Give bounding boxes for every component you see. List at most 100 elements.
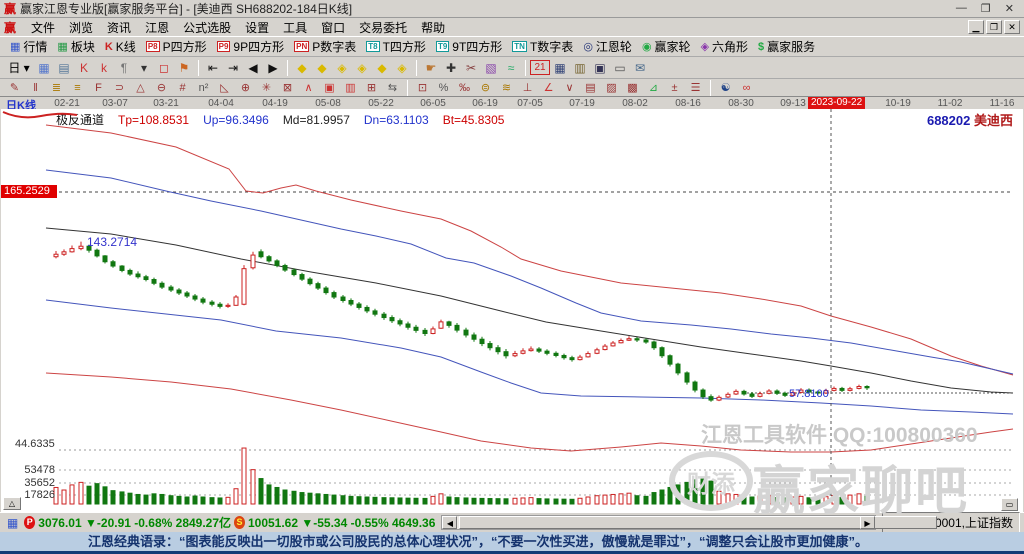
p-square-button[interactable]: P8 P四方形 <box>142 37 213 56</box>
mdi-minimize-button[interactable]: ▁ <box>968 20 984 34</box>
period-day-button[interactable]: 日 ▾ <box>4 59 34 77</box>
curve-tool-button[interactable]: ≈ <box>501 59 521 77</box>
diamond-2-button[interactable]: ◆ <box>312 59 332 77</box>
menu-item-江恩[interactable]: 江恩 <box>138 18 176 37</box>
kline-button[interactable]: K K线 <box>101 37 142 56</box>
triangle-tool[interactable]: △ <box>130 80 151 96</box>
printer-button[interactable]: ▭ <box>610 59 630 77</box>
kline-box-button[interactable]: ◻ <box>154 59 174 77</box>
shade-a-tool[interactable]: ▤ <box>580 80 601 96</box>
gann-grid-b[interactable]: ≡ <box>67 80 88 96</box>
gann-wheel-button[interactable]: ◎ 江恩轮 <box>579 37 638 56</box>
square-n-tool[interactable]: n² <box>193 80 214 96</box>
arc-tool[interactable]: ⊃ <box>109 80 130 96</box>
box-x-tool[interactable]: ⊠ <box>277 80 298 96</box>
9p-square-button[interactable]: P9 9P四方形 <box>213 37 290 56</box>
grid-tool[interactable]: # <box>172 80 193 96</box>
candle-small-2-button[interactable]: k <box>94 59 114 77</box>
vlines-tool[interactable]: ‖ <box>25 80 46 96</box>
flag-button[interactable]: ⚑ <box>174 59 194 77</box>
box-dot-tool[interactable]: ⊡ <box>412 80 433 96</box>
scroll-left-arrow[interactable]: ◀ <box>442 516 458 529</box>
ink-dropper-button[interactable]: ¶ <box>114 59 134 77</box>
valley-tool[interactable]: ∨ <box>559 80 580 96</box>
crosshair-tool-button[interactable]: ✚ <box>441 59 461 77</box>
shade-c-tool[interactable]: ▩ <box>622 80 643 96</box>
golden-ring-tool[interactable]: ⊜ <box>475 80 496 96</box>
next-button[interactable]: ▶ <box>263 59 283 77</box>
pencil-tool[interactable]: ✎ <box>4 80 25 96</box>
wave-lines-tool[interactable]: ≋ <box>496 80 517 96</box>
menu-item-浏览[interactable]: 浏览 <box>62 18 100 37</box>
band-tool[interactable]: ▥ <box>340 80 361 96</box>
diamond-1-button[interactable]: ◆ <box>292 59 312 77</box>
menu-item-资讯[interactable]: 资讯 <box>100 18 138 37</box>
menu-item-帮助[interactable]: 帮助 <box>414 18 452 37</box>
p-digit-table-button[interactable]: PN P数字表 <box>290 37 362 56</box>
grid-box-tool[interactable]: ⊞ <box>361 80 382 96</box>
lines-tool[interactable]: ☰ <box>685 80 706 96</box>
angle-tool[interactable]: ∠ <box>538 80 559 96</box>
percent-tool[interactable]: % <box>433 80 454 96</box>
minimize-button[interactable]: — <box>956 2 967 15</box>
palette-tool-button[interactable]: ▧ <box>481 59 501 77</box>
peak-tool[interactable]: ∧ <box>298 80 319 96</box>
circle-cross-tool[interactable]: ⊕ <box>235 80 256 96</box>
menu-item-文件[interactable]: 文件 <box>24 18 62 37</box>
9t-square-button[interactable]: T9 9T四方形 <box>432 37 508 56</box>
kline-chart-canvas[interactable]: 江恩工具软件 QQ:100800360 财添 赢家聊吧 极反通道 Tp=108.8… <box>1 109 1023 521</box>
sectors-button[interactable]: ▦ 板块 <box>53 37 100 56</box>
hexagon-button[interactable]: ◈ 六角形 <box>697 37 754 56</box>
t-digit-table-button[interactable]: TN T数字表 <box>508 37 579 56</box>
menu-item-公式选股[interactable]: 公式选股 <box>176 18 238 37</box>
save-button[interactable]: ▣ <box>590 59 610 77</box>
chart-corner-button[interactable]: ▭ <box>1001 498 1018 511</box>
infinity-icon[interactable]: ∞ <box>736 80 757 96</box>
maximize-button[interactable]: ❐ <box>981 2 991 15</box>
pillar-tool[interactable]: ⊥ <box>517 80 538 96</box>
prev-button[interactable]: ◀ <box>243 59 263 77</box>
cycle-tool[interactable]: ⊖ <box>151 80 172 96</box>
winner-service-button[interactable]: $ 赢家服务 <box>754 37 821 56</box>
first-page-button[interactable]: ⇤ <box>203 59 223 77</box>
diamond-5-button[interactable]: ◆ <box>372 59 392 77</box>
last-page-button[interactable]: ⇥ <box>223 59 243 77</box>
star-tool[interactable]: ✳ <box>256 80 277 96</box>
quote-table-icon[interactable]: ▦ <box>7 516 18 530</box>
menu-item-窗口[interactable]: 窗口 <box>314 18 352 37</box>
mdi-restore-button[interactable]: ❐ <box>986 20 1002 34</box>
notepad-button[interactable]: ▥ <box>570 59 590 77</box>
diamond-6-button[interactable]: ◈ <box>392 59 412 77</box>
plusminus-tool[interactable]: ± <box>664 80 685 96</box>
calendar-button[interactable]: 21 <box>530 60 550 75</box>
delta-tool[interactable]: ⊿ <box>643 80 664 96</box>
menu-item-工具[interactable]: 工具 <box>276 18 314 37</box>
style-caret-button[interactable]: ▾ <box>134 59 154 77</box>
t-square-button[interactable]: T8 T四方形 <box>362 37 432 56</box>
candle-small-button[interactable]: K <box>74 59 94 77</box>
mail-button[interactable]: ✉ <box>630 59 650 77</box>
menu-item-交易委托[interactable]: 交易委托 <box>352 18 414 37</box>
scissors-tool-button[interactable]: ✂ <box>461 59 481 77</box>
diamond-4-button[interactable]: ◈ <box>352 59 372 77</box>
flag-box-tool[interactable]: ▣ <box>319 80 340 96</box>
diamond-3-button[interactable]: ◈ <box>332 59 352 77</box>
permille-tool[interactable]: ‰ <box>454 80 475 96</box>
close-button[interactable]: ✕ <box>1005 2 1014 15</box>
expand-volume-button[interactable]: △ <box>3 497 21 510</box>
quotes-button[interactable]: ▦ 行情 <box>6 37 53 56</box>
wedge-tool[interactable]: ◺ <box>214 80 235 96</box>
winner-wheel-icon: ◉ <box>641 41 652 53</box>
shade-b-tool[interactable]: ▨ <box>601 80 622 96</box>
taichi-icon[interactable]: ☯ <box>715 80 736 96</box>
calculator-button[interactable]: ▦ <box>550 59 570 77</box>
gann-grid-a[interactable]: ≣ <box>46 80 67 96</box>
quote-list-button[interactable]: ▤ <box>54 59 74 77</box>
extend-tool[interactable]: ⇆ <box>382 80 403 96</box>
mdi-close-button[interactable]: ✕ <box>1004 20 1020 34</box>
winner-wheel-button[interactable]: ◉ 赢家轮 <box>638 37 697 56</box>
fibonacci-tool[interactable]: F <box>88 80 109 96</box>
hand-tool-button[interactable]: ☛ <box>421 59 441 77</box>
window-layout-button[interactable]: ▦ <box>34 59 54 77</box>
menu-item-设置[interactable]: 设置 <box>238 18 276 37</box>
